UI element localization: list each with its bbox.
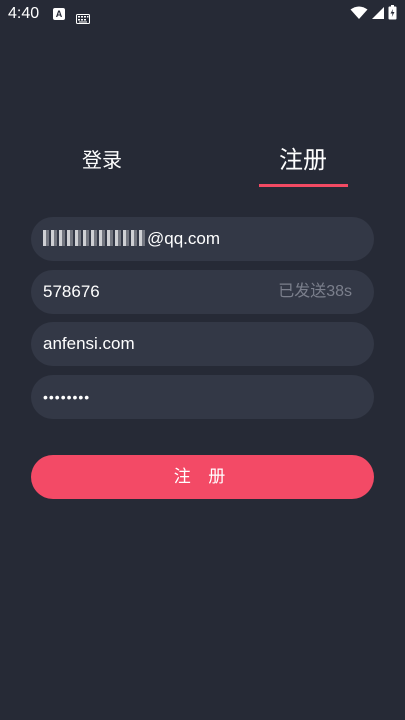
domain-value: anfensi.com: [43, 334, 135, 353]
a-notification-icon: A: [53, 8, 65, 20]
code-countdown-label: 已发送38s: [278, 283, 352, 300]
status-time: 4:40: [8, 5, 40, 22]
redacted-mask: [43, 230, 145, 247]
status-right-icons: [350, 4, 397, 24]
password-value: ••••••••: [43, 389, 91, 405]
signal-icon: [371, 5, 385, 24]
active-tab-indicator: [259, 184, 348, 187]
email-field[interactable]: @qq.com: [31, 217, 374, 261]
domain-field[interactable]: anfensi.com: [31, 322, 374, 366]
email-suffix: @qq.com: [147, 229, 221, 248]
wifi-icon: [350, 5, 368, 24]
tab-login[interactable]: 登录: [60, 140, 144, 188]
email-value: @qq.com: [43, 217, 220, 261]
tab-register[interactable]: 注册: [258, 140, 348, 188]
status-bar: 4:40 A: [0, 0, 405, 28]
register-button[interactable]: 注 册: [31, 455, 374, 499]
keyboard-icon: [76, 9, 90, 28]
verification-code-value: 578676: [43, 282, 100, 301]
battery-icon: [388, 4, 397, 24]
verification-code-field[interactable]: 578676 已发送38s: [31, 270, 374, 314]
password-field[interactable]: ••••••••: [31, 375, 374, 419]
